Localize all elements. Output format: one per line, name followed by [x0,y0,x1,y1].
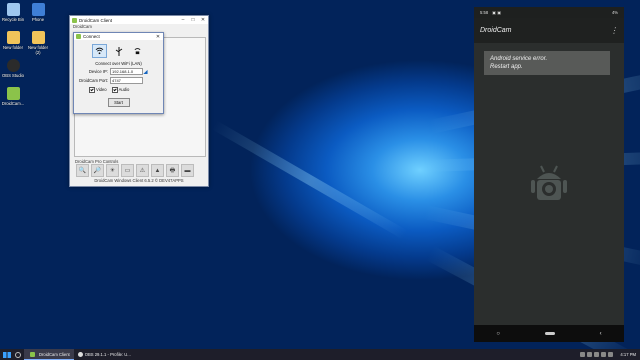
phone-icon [31,3,45,16]
wifi-server-icon [134,48,141,55]
notification-icons: ▣ ▣ [492,10,502,15]
minimize-button[interactable]: – [178,16,188,24]
device-ip-label: Device IP: [88,69,108,74]
wifi-icon [95,47,104,55]
client-titlebar: DroidCam Client – □ ✕ [70,16,208,24]
folder-icon [31,31,45,44]
connect-heading: Connect over WiFi (LAN) [95,61,142,66]
phone-screen: 5:58 ▣ ▣ 4% DroidCam ⋮ Android service e… [474,7,624,342]
obs-icon [6,59,20,72]
desktop-icon-phone[interactable]: Phone [26,3,50,22]
overflow-menu-icon[interactable]: ⋮ [610,26,618,35]
home-circle-icon[interactable]: ○ [496,331,500,337]
phone-status-bar: 5:58 ▣ ▣ 4% [474,7,624,18]
error-message: Android service error. Restart app. [484,51,610,75]
tray-icon[interactable] [580,352,586,357]
wifi-tab[interactable] [92,44,107,58]
error-line: Android service error. [490,56,548,62]
clock[interactable]: 4:17 PM [620,352,636,357]
connection-tabs [74,44,163,58]
tray-icon[interactable] [608,352,614,357]
back-icon[interactable]: ‹ [600,331,602,337]
maximize-button[interactable]: □ [188,16,198,24]
pro-controls-toolbar: 🔍 🔎 ☀ ▭ ⚠ ▲ 🖶 ▬ [76,164,194,177]
zoom-out-button[interactable]: 🔍 [76,164,89,177]
client-footer: DroidCam Windows Client 6.5.2 © DEV47APP… [94,178,184,183]
client-menu[interactable]: DroidCam [70,24,208,30]
desktop-icon-label: New folder [2,45,23,50]
warning-button[interactable]: ⚠ [136,164,149,177]
start-button[interactable]: Start [107,98,130,107]
client-title: DroidCam Client [79,17,113,23]
audio-label: Audio [118,87,130,93]
device-ip-input[interactable]: 192.168.1.0 [110,68,143,75]
port-label: DroidCam Port: [79,78,108,83]
print-button[interactable]: 🖶 [166,164,179,177]
check-icon [89,87,95,93]
battery-indicator: 4% [611,10,618,15]
droidcam-icon [30,351,35,357]
connect-titlebar: Connect ✕ [74,33,163,40]
audio-checkbox[interactable]: Audio [111,87,130,93]
windows-start-icon[interactable] [3,351,11,358]
usb-tab[interactable] [111,44,126,58]
system-tray [580,352,614,357]
error-line: Restart app. [490,64,523,70]
droidcam-icon [76,34,81,39]
app-title: DroidCam [480,27,512,34]
usb-icon [115,46,122,56]
bar-button[interactable]: ▬ [181,164,194,177]
desktop-icon-recycle-bin[interactable]: Recycle Bin [1,3,25,22]
taskbar-item-obs[interactable]: OBS 29.1.1 - Profile: U... [74,349,135,360]
brightness-button[interactable]: ☀ [106,164,119,177]
connect-dialog: Connect ✕ Connect over WiFi (LAN) Device… [73,32,164,114]
taskbar-item-label: DroidCam Client [39,351,70,357]
taskbar-item-droidcam[interactable]: DroidCam Client [24,349,74,360]
desktop-icon-label: DroidCam... [1,101,25,106]
desktop-icon-label: New folder (2) [27,45,48,55]
droidcam-icon [72,17,77,23]
home-pill-icon[interactable] [544,332,555,335]
port-row: DroidCam Port: 4747 [74,77,163,84]
close-button[interactable]: ✕ [198,16,208,24]
obs-icon [77,352,83,357]
tray-icon[interactable] [601,352,607,357]
phone-nav-bar: ○ ‹ [474,325,624,342]
droidcam-icon [6,87,20,100]
droidcam-logo-icon [531,165,567,200]
desktop-icon-label: OBS Studio [2,73,24,78]
video-checkbox[interactable]: Video [89,87,107,93]
close-button[interactable]: ✕ [153,33,163,41]
wifi-server-tab[interactable] [130,44,145,58]
desktop-icon-droidcam[interactable]: DroidCam... [1,87,25,106]
recycle-bin-icon [6,3,20,16]
taskbar-item-label: OBS 29.1.1 - Profile: U... [84,352,131,357]
phone-app-bar: DroidCam ⋮ [474,18,624,43]
connect-title: Connect [83,34,100,39]
port-input[interactable]: 4747 [110,77,143,84]
options-row: Video Audio [89,87,163,93]
video-label: Video [96,87,107,93]
desktop-icon-label: Phone [31,17,45,22]
desktop-icon-new-folder[interactable]: New folder [1,31,25,50]
zoom-in-button[interactable]: 🔎 [91,164,104,177]
triangle-button[interactable]: ▲ [151,164,164,177]
folder-icon [6,31,20,44]
tray-icon[interactable] [587,352,593,357]
desktop-icon-obs-studio[interactable]: OBS Studio [1,59,25,78]
desktop-icon-new-folder-2[interactable]: New folder (2) [26,31,50,55]
taskbar: DroidCam Client OBS 29.1.1 - Profile: U.… [0,349,640,360]
phone-time: 5:58 [480,10,489,15]
search-icon[interactable] [15,351,21,358]
check-icon [111,87,118,93]
desktop-icon-label: Recycle Bin [1,17,25,22]
tray-icon[interactable] [594,352,600,357]
flash-button[interactable]: ▭ [121,164,134,177]
